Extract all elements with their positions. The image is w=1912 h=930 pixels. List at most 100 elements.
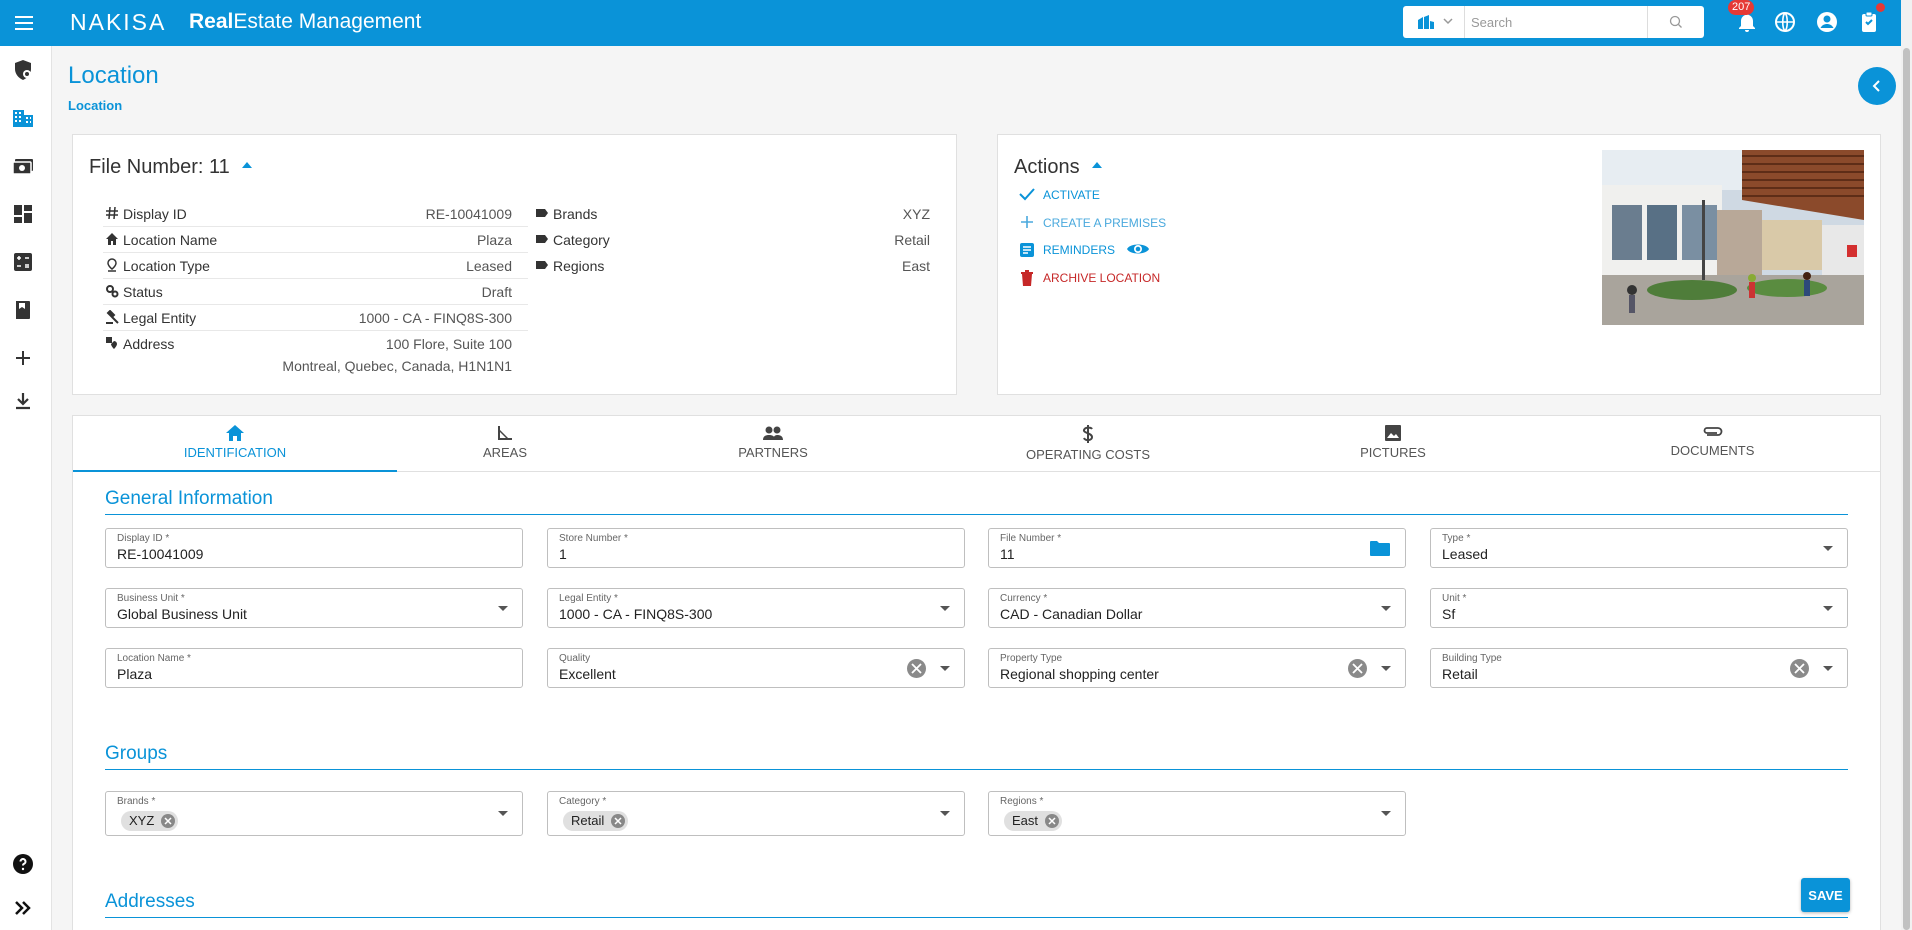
dropdown-arrow-icon [498, 606, 508, 611]
image-icon [1385, 425, 1401, 441]
tag-icon [536, 209, 548, 217]
detail-tabs: IDENTIFICATION AREAS PARTNERS OPERATING … [72, 415, 1881, 472]
brand-logo: NAKISA [70, 9, 167, 35]
dropdown-arrow-icon [940, 666, 950, 671]
pin-icon [107, 258, 117, 272]
info-row-address: Address 100 Flore, Suite 100 Montreal, Q… [103, 331, 528, 379]
plus-icon [1021, 216, 1033, 228]
remove-chip-icon[interactable] [161, 814, 176, 828]
scrollbar-thumb[interactable] [1903, 48, 1910, 930]
groups-heading: Groups [105, 743, 168, 764]
folder-icon[interactable] [1369, 539, 1391, 557]
clear-icon[interactable] [1790, 659, 1809, 678]
calculator-icon[interactable] [11, 250, 35, 274]
business-unit-select[interactable]: Business Unit * Global Business Unit [105, 588, 523, 628]
dropdown-arrow-icon [1823, 546, 1833, 551]
info-row-location-name: Location Name Plaza [103, 227, 528, 253]
tab-documents[interactable]: DOCUMENTS [1543, 416, 1882, 472]
actions-card-title[interactable]: Actions [1014, 156, 1102, 179]
property-type-select[interactable]: Property Type Regional shopping center [988, 648, 1406, 688]
home-icon [226, 425, 244, 441]
category-multiselect[interactable]: Category * Retail [547, 791, 965, 836]
remove-chip-icon[interactable] [1045, 814, 1060, 828]
general-information-heading: General Information [105, 488, 273, 509]
plus-icon[interactable] [11, 346, 35, 370]
building-icon[interactable] [11, 106, 35, 130]
eye-icon[interactable] [1126, 241, 1150, 257]
divider [105, 769, 1848, 770]
menu-icon[interactable] [12, 11, 36, 35]
info-row-brands: Brands XYZ [533, 201, 946, 227]
shield-settings-icon[interactable] [11, 58, 35, 82]
building-type-select[interactable]: Building Type Retail [1430, 648, 1848, 688]
search-input[interactable] [1471, 12, 1641, 32]
unit-select[interactable]: Unit * Sf [1430, 588, 1848, 628]
tab-pictures[interactable]: PICTURES [1243, 416, 1543, 472]
info-row-status: Status Draft [103, 279, 528, 305]
clipboard-icon[interactable] [1857, 10, 1881, 34]
tab-identification[interactable]: IDENTIFICATION [73, 416, 397, 472]
store-number-field[interactable]: Store Number * 1 [547, 528, 965, 568]
info-row-location-type: Location Type Leased [103, 253, 528, 279]
regions-multiselect[interactable]: Regions * East [988, 791, 1406, 836]
paperclip-icon [1703, 427, 1722, 436]
tag-icon [536, 261, 548, 269]
reminder-icon [1020, 243, 1034, 257]
search-icon [1669, 15, 1682, 28]
addresses-heading: Addresses [105, 891, 195, 912]
people-icon [763, 426, 783, 440]
legal-entity-select[interactable]: Legal Entity * 1000 - CA - FINQ8S-300 [547, 588, 965, 628]
check-icon [1019, 188, 1035, 201]
clipboard-badge [1876, 3, 1885, 12]
type-select[interactable]: Type * Leased [1430, 528, 1848, 568]
dropdown-arrow-icon [940, 811, 950, 816]
notification-badge: 207 [1728, 0, 1755, 15]
location-name-field[interactable]: Location Name * Plaza [105, 648, 523, 688]
download-icon[interactable] [11, 389, 35, 413]
caret-up-icon [241, 161, 252, 168]
location-photo[interactable] [1602, 150, 1864, 325]
search-box [1403, 6, 1704, 38]
sidebar [0, 46, 52, 930]
clear-icon[interactable] [907, 659, 926, 678]
address-icon [106, 337, 117, 349]
file-summary-card: File Number: 11 Display ID RE-10041009 L… [72, 134, 957, 395]
page-scrollbar[interactable] [1901, 0, 1912, 930]
help-icon[interactable] [11, 852, 35, 876]
account-icon[interactable] [1815, 10, 1839, 34]
breadcrumb[interactable]: Location [68, 98, 122, 113]
home-icon [106, 233, 118, 245]
dropdown-arrow-icon [1823, 606, 1833, 611]
region-chip: East [1004, 811, 1063, 831]
brand-chip: XYZ [121, 811, 179, 831]
tab-partners[interactable]: PARTNERS [613, 416, 933, 472]
globe-icon[interactable] [1773, 10, 1797, 34]
trash-icon [1021, 270, 1033, 286]
brands-multiselect[interactable]: Brands * XYZ [105, 791, 523, 836]
dashboard-icon[interactable] [11, 202, 35, 226]
ruler-icon [498, 426, 512, 440]
clear-icon[interactable] [1348, 659, 1367, 678]
tab-areas[interactable]: AREAS [397, 416, 613, 472]
display-id-field[interactable]: Display ID * RE-10041009 [105, 528, 523, 568]
hash-icon [106, 206, 118, 220]
file-card-title[interactable]: File Number: 11 [89, 156, 252, 179]
remove-chip-icon[interactable] [611, 814, 626, 828]
chevron-left-icon [1872, 80, 1880, 92]
expand-sidebar-icon[interactable] [11, 896, 35, 920]
tab-operating-costs[interactable]: OPERATING COSTS [933, 416, 1243, 472]
money-icon[interactable] [11, 154, 35, 178]
quality-select[interactable]: Quality Excellent [547, 648, 965, 688]
top-app-bar: NAKISA RealEstate Management 207 [0, 0, 1901, 46]
app-title: RealEstate Management [189, 10, 422, 33]
page-title: Location [68, 62, 159, 89]
book-icon[interactable] [11, 298, 35, 322]
currency-select[interactable]: Currency * CAD - Canadian Dollar [988, 588, 1406, 628]
gears-icon [106, 285, 119, 298]
divider [105, 917, 1848, 918]
file-number-field[interactable]: File Number * 11 [988, 528, 1406, 568]
collapse-panel-button[interactable] [1858, 67, 1896, 105]
search-type-dropdown[interactable] [1403, 6, 1465, 38]
save-button[interactable]: SAVE [1801, 878, 1850, 912]
search-button[interactable] [1647, 6, 1704, 38]
